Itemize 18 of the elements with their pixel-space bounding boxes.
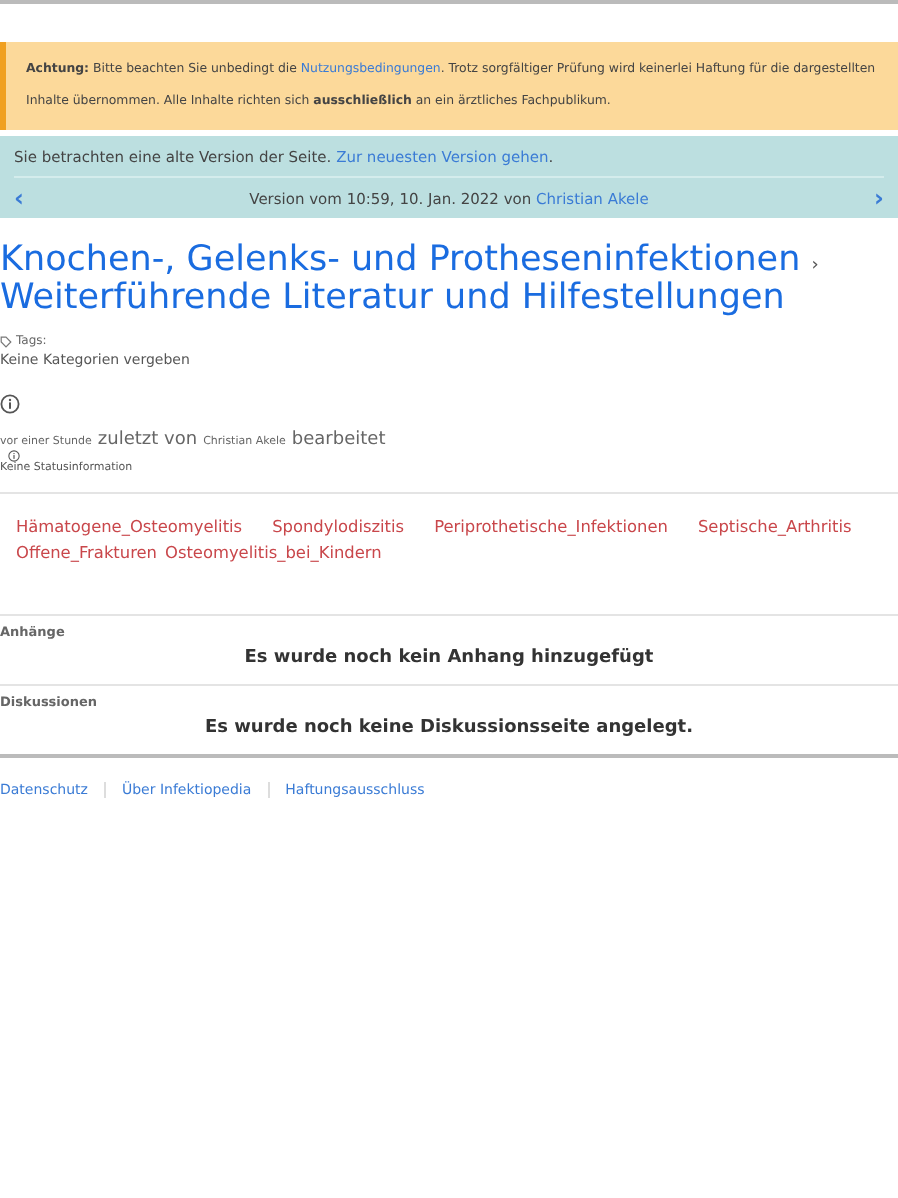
missing-page-link[interactable]: Hämatogene_Osteomyelitis — [16, 514, 243, 540]
empty-message: Es wurde noch kein Anhang hinzugefügt — [242, 648, 656, 668]
info-icon — [0, 394, 20, 414]
tag-icon — [0, 335, 12, 347]
parent-page-title[interactable]: Knochen-, Gelenks- und Protheseninfektionen — [0, 240, 801, 280]
next-version-link[interactable]: › — [874, 188, 884, 208]
breadcrumb-separator: › — [811, 256, 819, 276]
missing-page-link[interactable]: Osteomyelitis_bei_Kindern — [165, 540, 382, 566]
info-icon — [8, 450, 20, 462]
empty-message: Es wurde noch keine Diskussionsseite angelegt. — [202, 718, 696, 738]
missing-page-link[interactable]: Septische_Arthritis — [697, 514, 852, 540]
page-title: Weiterführende Literatur und Hilfestellungen — [0, 278, 785, 318]
edited-by-text: zuletzt von — [97, 430, 198, 450]
previous-version-link[interactable]: ‹ — [14, 188, 24, 208]
missing-page-link[interactable]: Offene_Frakturen — [16, 540, 157, 566]
missing-page-link[interactable]: Periprothetische_Infektionen — [434, 514, 668, 540]
edited-text: bearbeitet — [291, 430, 386, 450]
missing-page-link[interactable]: Spondylodiszitis — [272, 514, 405, 540]
